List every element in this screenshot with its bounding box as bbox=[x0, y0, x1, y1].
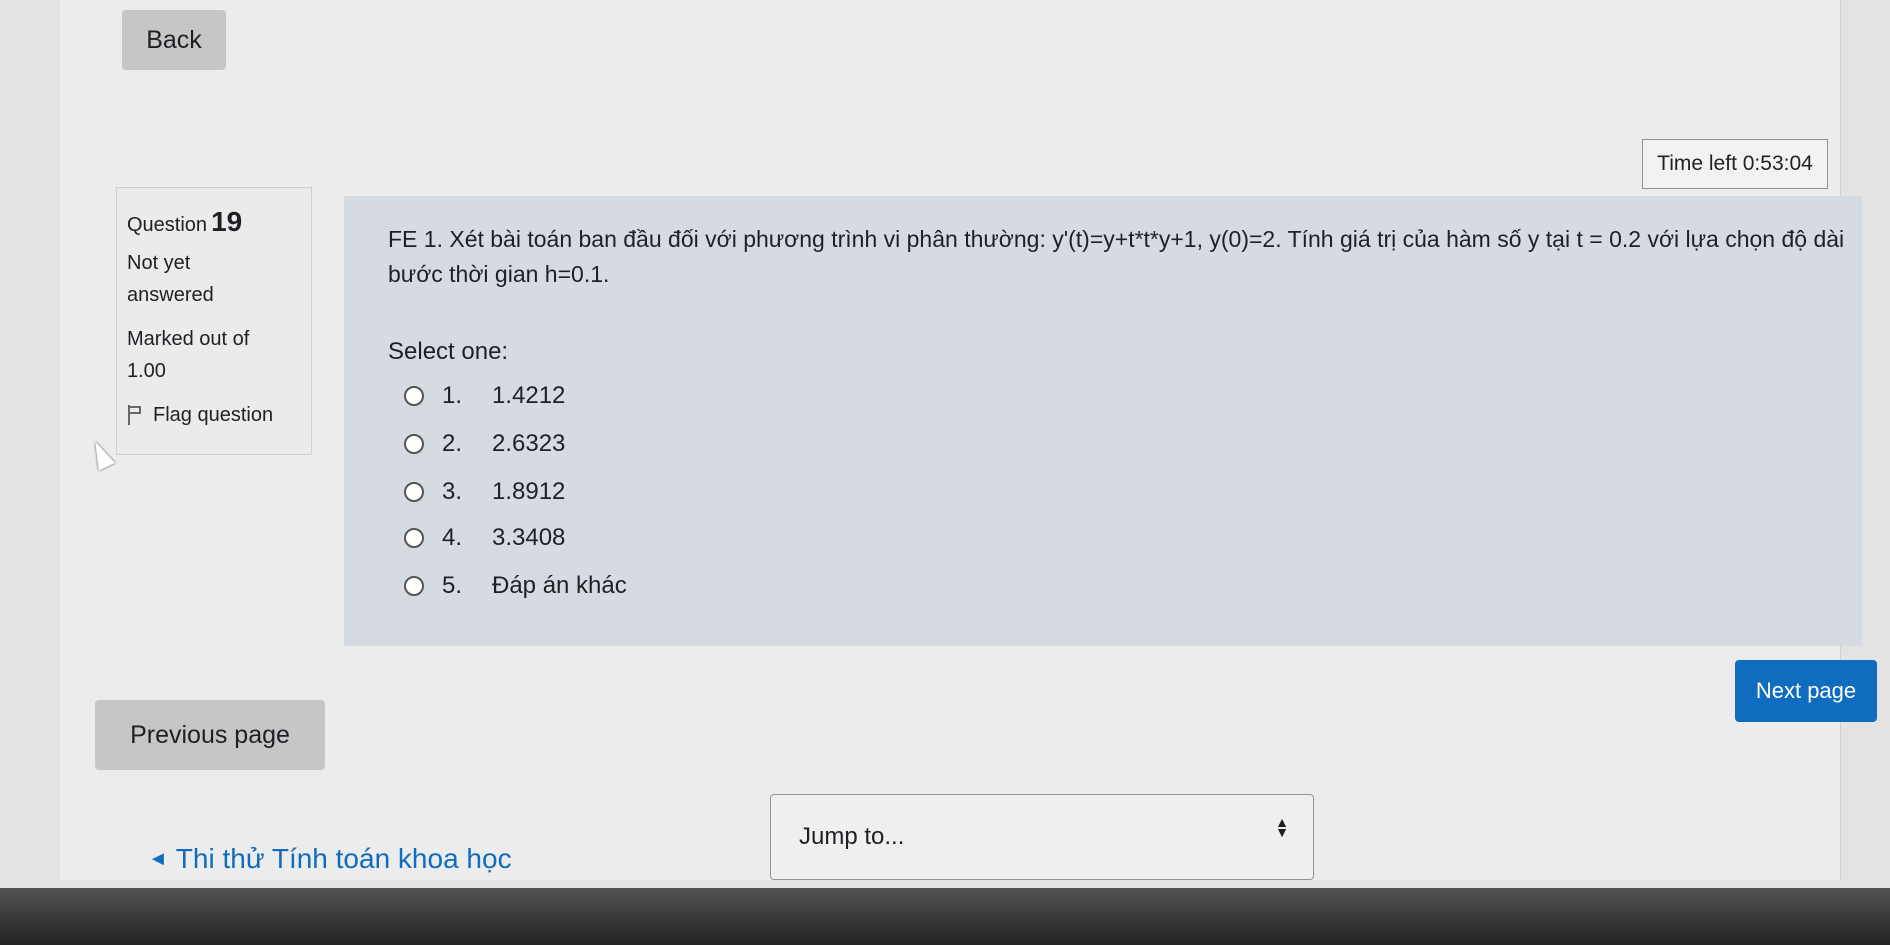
radio-button[interactable] bbox=[404, 576, 424, 596]
monitor-bezel bbox=[0, 888, 1890, 945]
next-page-button[interactable]: Next page bbox=[1735, 660, 1877, 722]
question-content: FE 1. Xét bài toán ban đầu đối với phươn… bbox=[344, 196, 1862, 646]
status-line-2: answered bbox=[127, 284, 214, 306]
question-info-panel: Question 19 Not yet answered Marked out o… bbox=[116, 187, 312, 455]
flag-icon bbox=[127, 405, 143, 425]
select-arrows-icon: ▲ ▼ bbox=[1275, 814, 1289, 840]
arrow-left-icon: ◄ bbox=[148, 847, 168, 870]
answer-option-5[interactable]: 5. Đáp án khác bbox=[404, 572, 627, 600]
answer-option-1[interactable]: 1. 1.4212 bbox=[404, 382, 565, 410]
option-text: 1.4212 bbox=[492, 382, 566, 409]
option-text: 2.6323 bbox=[492, 430, 566, 457]
marks-line-2: 1.00 bbox=[127, 360, 166, 382]
answer-option-2[interactable]: 2. 2.6323 bbox=[404, 430, 565, 458]
answer-option-3[interactable]: 3. 1.8912 bbox=[404, 478, 565, 506]
radio-button[interactable] bbox=[404, 434, 424, 454]
select-one-label: Select one: bbox=[388, 338, 509, 365]
option-number: 3. bbox=[442, 478, 463, 505]
time-left-label: Time left bbox=[1657, 152, 1737, 175]
marks-line-1: Marked out of bbox=[127, 328, 250, 350]
flag-question-link[interactable]: Flag question bbox=[127, 399, 301, 431]
previous-activity-label: Thi thử Tính toán khoa học bbox=[175, 843, 512, 874]
back-button[interactable]: Back bbox=[122, 10, 226, 70]
jump-to-placeholder: Jump to... bbox=[799, 823, 905, 850]
radio-button[interactable] bbox=[404, 528, 424, 548]
question-number: 19 bbox=[211, 206, 243, 237]
question-label: Question bbox=[127, 214, 208, 236]
time-left-value: 0:53:04 bbox=[1742, 152, 1813, 175]
flag-question-label: Flag question bbox=[153, 404, 274, 426]
option-text: 1.8912 bbox=[492, 478, 566, 505]
question-text: FE 1. Xét bài toán ban đầu đối với phươn… bbox=[388, 226, 1845, 287]
status-line-1: Not yet bbox=[127, 252, 191, 274]
option-number: 5. bbox=[442, 572, 463, 599]
radio-button[interactable] bbox=[404, 482, 424, 502]
option-text: Đáp án khác bbox=[492, 572, 627, 599]
option-number: 1. bbox=[442, 382, 463, 409]
time-left-badge: Time left 0:53:04 bbox=[1642, 139, 1828, 189]
previous-page-button[interactable]: Previous page bbox=[95, 700, 325, 770]
jump-to-select[interactable]: Jump to... ▲ ▼ bbox=[770, 794, 1314, 880]
option-number: 2. bbox=[442, 430, 463, 457]
option-text: 3.3408 bbox=[492, 524, 566, 551]
option-number: 4. bbox=[442, 524, 463, 551]
previous-activity-link[interactable]: ◄ Thi thử Tính toán khoa học bbox=[148, 843, 512, 875]
answer-option-4[interactable]: 4. 3.3408 bbox=[404, 524, 565, 552]
radio-button[interactable] bbox=[404, 386, 424, 406]
